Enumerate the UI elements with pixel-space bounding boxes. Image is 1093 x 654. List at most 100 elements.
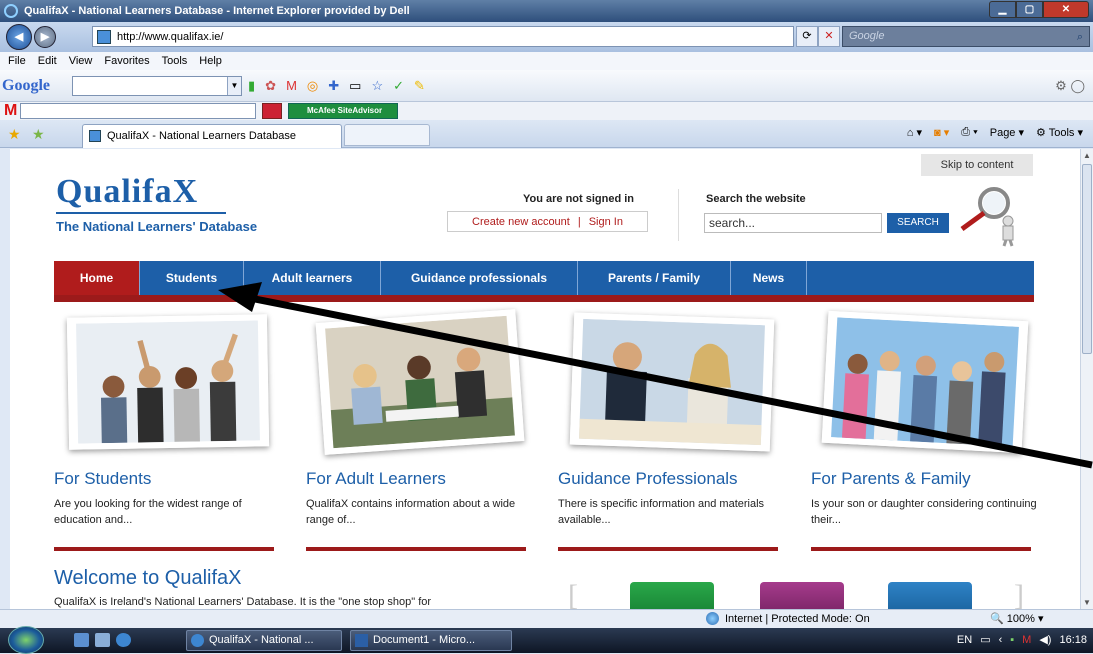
- print-icon[interactable]: ⎙ ▾: [961, 126, 977, 139]
- language-indicator[interactable]: EN: [957, 634, 972, 646]
- security-zone[interactable]: Internet | Protected Mode: On: [706, 612, 870, 625]
- refresh-icon[interactable]: ⟳: [796, 26, 818, 47]
- start-button[interactable]: [8, 626, 44, 654]
- site-search-title: Search the website: [706, 193, 806, 205]
- card-title[interactable]: Guidance Professionals: [558, 469, 738, 489]
- menu-file[interactable]: File: [8, 55, 26, 67]
- stop-icon[interactable]: ✕: [818, 26, 840, 47]
- translate-icon[interactable]: ◎: [307, 78, 318, 94]
- keyboard-icon[interactable]: ▭: [980, 633, 990, 646]
- browser-tab-active[interactable]: QualifaX - National Learners Database: [82, 124, 342, 148]
- students-photo[interactable]: [66, 314, 270, 450]
- forward-button[interactable]: ▶: [34, 26, 56, 48]
- site-search-button[interactable]: SEARCH: [887, 213, 949, 233]
- settings-icon[interactable]: ⚙ ◯: [1055, 78, 1085, 94]
- add-favorites-icon[interactable]: ★: [32, 126, 45, 143]
- zoom-level[interactable]: 🔍 100% ▾: [990, 612, 1043, 625]
- feeds-icon[interactable]: ◙ ▾: [934, 126, 949, 139]
- mcafee-input[interactable]: [20, 103, 256, 119]
- volume-icon[interactable]: ◀): [1039, 633, 1051, 646]
- network-icon[interactable]: ▪: [1010, 634, 1014, 646]
- close-button[interactable]: ✕: [1043, 1, 1089, 18]
- favorites-star-icon[interactable]: ★: [8, 126, 21, 143]
- menu-favorites[interactable]: Favorites: [104, 55, 149, 67]
- header-divider: [678, 189, 679, 241]
- menu-tools[interactable]: Tools: [162, 55, 188, 67]
- guidance-photo[interactable]: [569, 312, 775, 452]
- google-toolbar-icons: ▮ ✿ M ◎ ✚ ▭ ☆ ✓ ✎: [248, 78, 425, 94]
- adult-learners-photo[interactable]: [315, 309, 525, 455]
- site-search-input[interactable]: [704, 213, 882, 233]
- pagerank-icon[interactable]: ▮: [248, 78, 255, 94]
- nav-students[interactable]: Students: [140, 261, 244, 295]
- search-courses-icon[interactable]: [630, 582, 714, 609]
- qualifax-logo[interactable]: QualifaX: [56, 173, 198, 211]
- tools-menu[interactable]: ⚙ Tools ▾: [1036, 126, 1083, 139]
- address-row: ◀ ▶ http://www.qualifax.ie/ ⟳ ✕ Google ⌕: [0, 22, 1093, 52]
- nav-adult-learners[interactable]: Adult learners: [244, 261, 381, 295]
- card-text: QualifaX contains information about a wi…: [306, 498, 516, 526]
- graduation-icon[interactable]: [888, 582, 972, 609]
- link-separator: |: [577, 215, 581, 228]
- show-desktop-icon[interactable]: [74, 633, 89, 647]
- window-icon[interactable]: ▭: [349, 78, 361, 94]
- mail-tray-icon[interactable]: M: [1022, 634, 1031, 646]
- maximize-button[interactable]: ▢: [1016, 1, 1043, 18]
- card-title[interactable]: For Students: [54, 469, 151, 489]
- address-url: http://www.qualifax.ie/: [117, 30, 224, 43]
- puzzle-icon[interactable]: ✚: [328, 78, 339, 94]
- window-controls: ▁ ▢ ✕: [989, 1, 1089, 18]
- search-icon[interactable]: ⌕: [1077, 28, 1083, 47]
- taskbar-ie-button[interactable]: QualifaX - National ...: [186, 630, 342, 651]
- tray-expand-icon[interactable]: ‹: [999, 634, 1003, 646]
- taskbar: QualifaX - National ... Document1 - Micr…: [0, 626, 1093, 654]
- spellcheck-icon[interactable]: ✓: [393, 78, 404, 94]
- sign-in-link[interactable]: Sign In: [589, 216, 623, 228]
- nav-guidance-professionals[interactable]: Guidance professionals: [381, 261, 578, 295]
- card-rule: [54, 547, 274, 551]
- site-tagline: The National Learners' Database: [56, 219, 258, 234]
- nav-news[interactable]: News: [731, 261, 807, 295]
- vertical-scrollbar[interactable]: ▲ ▼: [1080, 149, 1093, 609]
- account-links: Create new account | Sign In: [447, 211, 648, 232]
- parents-photo[interactable]: [821, 310, 1029, 454]
- checklist-icon[interactable]: [760, 582, 844, 609]
- mcafee-siteadvisor-button[interactable]: McAfee SiteAdvisor: [288, 103, 398, 119]
- new-tab-button[interactable]: [344, 124, 430, 146]
- menu-help[interactable]: Help: [199, 55, 222, 67]
- taskbar-word-button[interactable]: Document1 - Micro...: [350, 630, 512, 651]
- nav-parents-family[interactable]: Parents / Family: [578, 261, 731, 295]
- mail-icon[interactable]: M: [286, 78, 297, 94]
- home-icon[interactable]: ⌂ ▾: [907, 126, 922, 139]
- card-title[interactable]: For Parents & Family: [811, 469, 971, 489]
- clock[interactable]: 16:18: [1059, 634, 1087, 646]
- guidance-image: [579, 318, 765, 446]
- web-content: Skip to content QualifaX The National Le…: [10, 149, 1080, 609]
- scroll-up-icon[interactable]: ▲: [1083, 151, 1091, 160]
- dropdown-icon[interactable]: ▼: [227, 77, 241, 95]
- menu-view[interactable]: View: [69, 55, 93, 67]
- card-title[interactable]: For Adult Learners: [306, 469, 446, 489]
- scroll-down-icon[interactable]: ▼: [1083, 598, 1091, 607]
- star-icon[interactable]: ☆: [371, 78, 383, 94]
- minimize-button[interactable]: ▁: [989, 1, 1016, 18]
- scroll-thumb[interactable]: [1082, 164, 1092, 354]
- page-icon: [97, 29, 111, 44]
- google-search-input[interactable]: ▼: [72, 76, 242, 96]
- create-account-link[interactable]: Create new account: [472, 216, 570, 228]
- signin-status: You are not signed in: [523, 193, 635, 205]
- title-bar: QualifaX - National Learners Database - …: [0, 0, 1093, 22]
- pencil-icon[interactable]: ✎: [414, 78, 425, 94]
- mcafee-search-button[interactable]: [262, 103, 282, 119]
- nav-home[interactable]: Home: [54, 261, 140, 295]
- skip-to-content-link[interactable]: Skip to content: [921, 154, 1033, 176]
- browser-search-input[interactable]: Google ⌕: [842, 26, 1090, 47]
- switch-windows-icon[interactable]: [95, 633, 110, 647]
- address-buttons: ⟳ ✕: [796, 26, 840, 47]
- page-menu[interactable]: Page ▾: [990, 126, 1024, 139]
- bookmark-icon[interactable]: ✿: [265, 78, 276, 94]
- address-bar[interactable]: http://www.qualifax.ie/: [92, 26, 794, 47]
- menu-edit[interactable]: Edit: [38, 55, 57, 67]
- back-button[interactable]: ◀: [6, 24, 32, 50]
- ie-quick-icon[interactable]: [116, 633, 131, 647]
